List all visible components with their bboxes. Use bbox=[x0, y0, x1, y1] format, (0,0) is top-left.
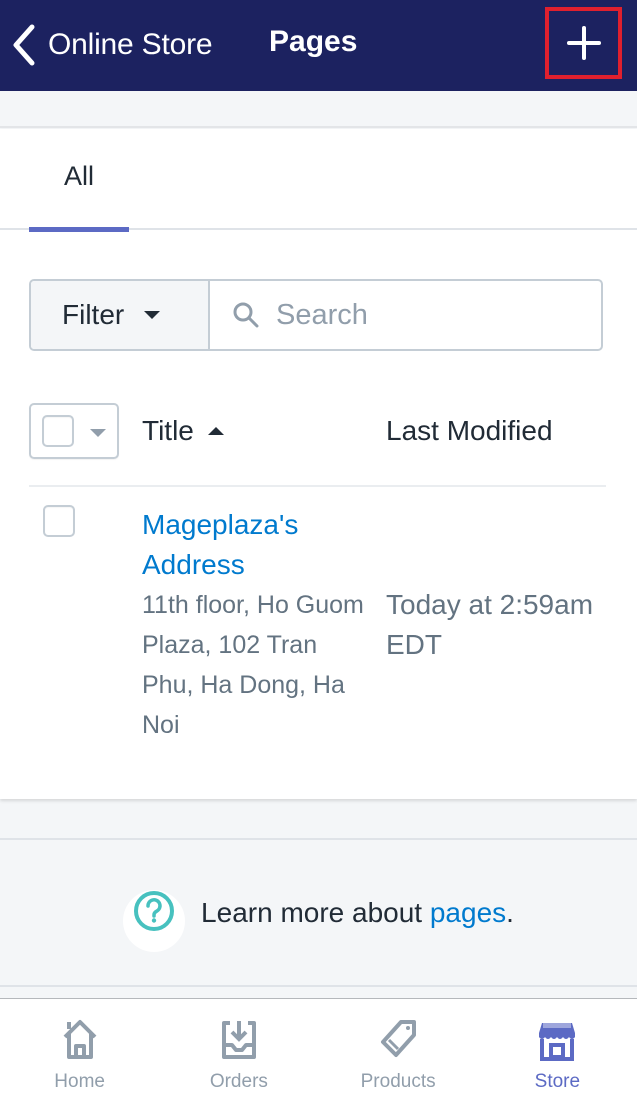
filter-label: Filter bbox=[62, 299, 125, 330]
tag-icon bbox=[381, 1020, 417, 1057]
home-icon bbox=[63, 1020, 97, 1059]
header-spacer bbox=[0, 91, 637, 128]
caret-down-icon bbox=[90, 429, 106, 437]
help-text: Learn more about pages. bbox=[201, 897, 514, 929]
bulk-select-dropdown[interactable] bbox=[29, 403, 119, 459]
page-title: Pages bbox=[269, 25, 358, 58]
filter-bar: Filter bbox=[29, 279, 603, 351]
nav-products-label: Products bbox=[360, 1071, 436, 1092]
filter-button[interactable]: Filter bbox=[31, 281, 210, 349]
help-text-suffix: . bbox=[506, 896, 514, 928]
top-navigation-bar: Online Store Pages bbox=[0, 0, 637, 91]
help-footer: Learn more about pages. bbox=[0, 840, 637, 985]
nav-orders[interactable]: Orders bbox=[159, 999, 318, 1097]
nav-home-label: Home bbox=[54, 1071, 105, 1092]
plus-icon bbox=[566, 26, 601, 60]
pages-help-link[interactable]: pages bbox=[430, 897, 506, 928]
orders-inbox-icon bbox=[221, 1021, 256, 1059]
search-input[interactable] bbox=[276, 298, 576, 332]
caret-down-icon bbox=[144, 311, 161, 319]
active-tab-indicator bbox=[29, 227, 129, 232]
tab-all-label: All bbox=[63, 161, 94, 191]
nav-home[interactable]: Home bbox=[0, 999, 159, 1097]
table-row: Mageplaza's Address 11th floor, Ho Guom … bbox=[29, 489, 606, 759]
question-circle-icon bbox=[134, 890, 175, 931]
bottom-tab-bar: Home Orders Products Store bbox=[0, 998, 637, 1097]
nav-products[interactable]: Products bbox=[319, 999, 478, 1097]
tab-bar: All bbox=[0, 129, 637, 232]
column-title-label: Title bbox=[142, 415, 194, 446]
help-icon-container bbox=[123, 889, 186, 952]
search-icon bbox=[233, 302, 259, 328]
column-title-sort[interactable]: Title bbox=[142, 415, 224, 447]
store-icon bbox=[539, 1023, 576, 1061]
search-field bbox=[210, 281, 601, 349]
sort-ascending-icon bbox=[207, 427, 224, 435]
chevron-left-icon bbox=[13, 24, 35, 66]
pages-card: All Filter Title Last Modified Mage bbox=[0, 129, 637, 799]
add-page-button[interactable] bbox=[545, 7, 622, 79]
column-last-modified: Last Modified bbox=[386, 415, 553, 446]
select-all-checkbox[interactable] bbox=[42, 415, 74, 447]
row-checkbox[interactable] bbox=[43, 505, 75, 537]
page-description: 11th floor, Ho Guom Plaza, 102 Tran Phu,… bbox=[142, 591, 364, 739]
back-label: Online Store bbox=[48, 28, 213, 61]
help-text-prefix: Learn more about bbox=[201, 896, 430, 928]
back-button[interactable]: Online Store bbox=[10, 22, 213, 68]
table-header: Title Last Modified bbox=[29, 403, 606, 487]
tab-all[interactable]: All bbox=[29, 129, 129, 232]
page-last-modified: Today at 2:59am EDT bbox=[386, 589, 594, 660]
nav-orders-label: Orders bbox=[209, 1071, 268, 1092]
nav-store-label: Store bbox=[534, 1071, 581, 1092]
nav-store[interactable]: Store bbox=[478, 999, 637, 1097]
page-title-link[interactable]: Mageplaza's Address bbox=[142, 505, 362, 585]
divider bbox=[0, 985, 637, 987]
